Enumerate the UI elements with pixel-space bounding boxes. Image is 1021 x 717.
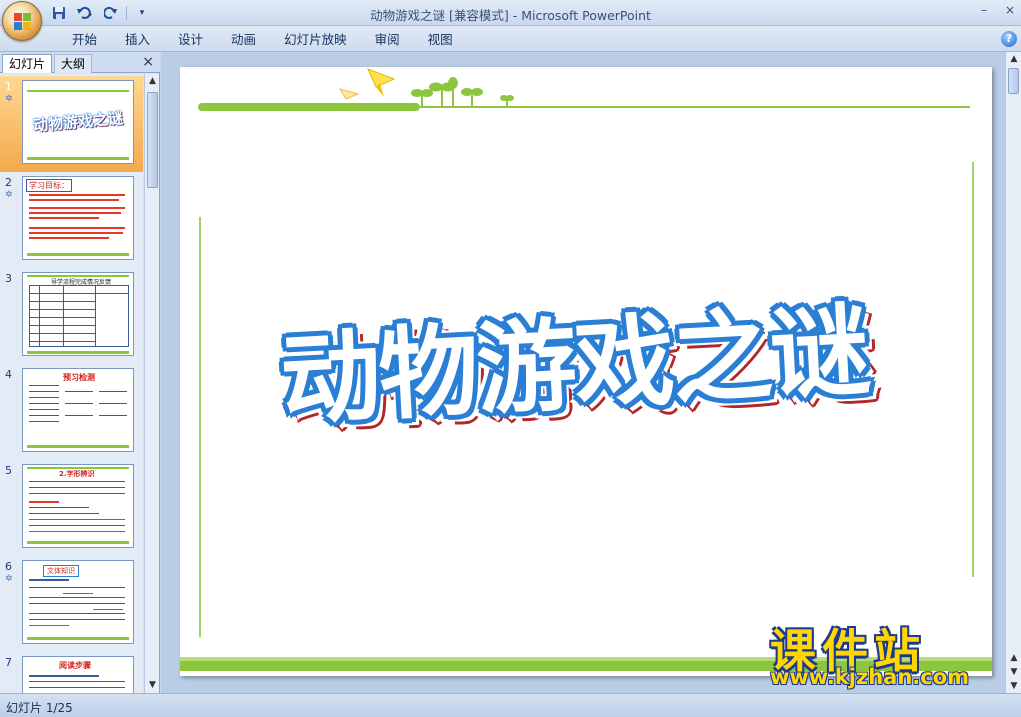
animation-star-icon: ✲ <box>5 190 13 200</box>
title-bar: 动物游戏之谜 [兼容模式] - Microsoft PowerPoint ▾ –… <box>0 0 1021 26</box>
mini-title: 阅读步骤 <box>59 661 91 670</box>
scrollbar-thumb[interactable] <box>147 92 158 188</box>
scroll-down-icon[interactable]: ▼ <box>1006 679 1021 693</box>
scroll-down-icon[interactable]: ▼ <box>145 678 160 693</box>
slide-thumbnails: 1 ✲ 动物游戏之谜 2 ✲ 学习目标： 3 导学流程完成情况反馈 4 预习检测… <box>0 74 143 693</box>
mini-title: 预习检测 <box>63 373 95 382</box>
slide-preview: 2.字形辨识 <box>22 464 134 548</box>
undo-icon[interactable] <box>74 4 96 22</box>
slide-number: 3 <box>5 272 12 285</box>
slides-pane-scrollbar[interactable]: ▲ ▼ <box>144 74 159 693</box>
slide-editor: 动物游戏之谜 <box>161 52 1005 693</box>
window-controls: – × <box>981 3 1015 17</box>
office-button[interactable] <box>2 1 42 41</box>
ribbon-tab-bar: 开始 插入 设计 动画 幻灯片放映 审阅 视图 ? <box>0 26 1021 52</box>
tab-insert[interactable]: 插入 <box>111 31 164 49</box>
scrollbar-thumb[interactable] <box>1008 68 1019 94</box>
save-icon[interactable] <box>50 4 68 22</box>
slide-thumbnail-3[interactable]: 3 导学流程完成情况反馈 <box>0 268 143 364</box>
slide-number: 5 <box>5 464 12 477</box>
slide-thumbnail-7[interactable]: 7 阅读步骤 <box>0 652 143 693</box>
minimize-button[interactable]: – <box>981 3 987 17</box>
slide-thumbnail-6[interactable]: 6 ✲ 文体知识 <box>0 556 143 652</box>
mini-title: 动物游戏之谜 <box>32 109 124 135</box>
scroll-up-icon[interactable]: ▲ <box>145 74 160 89</box>
tab-design[interactable]: 设计 <box>164 31 217 49</box>
slide-thumbnail-2[interactable]: 2 ✲ 学习目标： <box>0 172 143 268</box>
previous-slide-icon[interactable]: ▲ <box>1006 651 1021 665</box>
slides-pane: 幻灯片 大纲 × 1 ✲ 动物游戏之谜 2 ✲ 学习目标： 3 导学流程完成情况… <box>0 52 160 693</box>
scroll-up-icon[interactable]: ▲ <box>1006 52 1021 66</box>
toolbar-separator <box>126 6 127 20</box>
slide-number: 7 <box>5 656 12 669</box>
mini-title: 学习目标： <box>26 179 72 192</box>
customize-toolbar-icon[interactable]: ▾ <box>133 4 151 22</box>
editor-scrollbar[interactable]: ▲ ▲ ▼ ▼ <box>1005 52 1021 693</box>
redo-icon[interactable] <box>102 4 120 22</box>
animation-star-icon: ✲ <box>5 574 13 584</box>
slide-preview: 文体知识 <box>22 560 134 644</box>
close-button[interactable]: × <box>1005 3 1015 17</box>
slide-thumbnail-4[interactable]: 4 预习检测 <box>0 364 143 460</box>
slide-preview: 动物游戏之谜 <box>22 80 134 164</box>
tab-outline[interactable]: 大纲 <box>54 54 93 73</box>
slide-indicator: 幻灯片 1/25 <box>6 701 73 715</box>
slide-preview: 预习检测 <box>22 368 134 452</box>
watermark: 课件站 www.kjzhan.com <box>766 615 1006 693</box>
pane-tabs: 幻灯片 大纲 × <box>0 52 160 73</box>
tab-slideshow[interactable]: 幻灯片放映 <box>270 31 361 49</box>
quick-access-toolbar: ▾ <box>50 4 151 22</box>
help-icon[interactable]: ? <box>1001 31 1017 47</box>
tab-review[interactable]: 审阅 <box>361 31 414 49</box>
status-bar: 幻灯片 1/25 <box>0 693 1021 717</box>
mini-title: 2.字形辨识 <box>59 470 95 478</box>
slide-number: 4 <box>5 368 12 381</box>
animation-star-icon: ✲ <box>5 94 13 104</box>
close-pane-icon[interactable]: × <box>142 54 154 70</box>
slide-number: 6 <box>5 560 12 573</box>
office-logo-icon <box>14 13 32 31</box>
tab-home[interactable]: 开始 <box>58 31 111 49</box>
window-title: 动物游戏之谜 [兼容模式] - Microsoft PowerPoint <box>370 8 651 23</box>
slide-number: 1 <box>5 80 12 93</box>
slide-preview: 学习目标： <box>22 176 134 260</box>
tab-slides[interactable]: 幻灯片 <box>2 54 53 73</box>
watermark-url: www.kjzhan.com <box>770 665 970 689</box>
current-slide[interactable]: 动物游戏之谜 <box>180 67 992 676</box>
next-slide-icon[interactable]: ▼ <box>1006 665 1021 679</box>
slide-number: 2 <box>5 176 12 189</box>
mini-title: 文体知识 <box>43 565 79 577</box>
ribbon-tabs: 开始 插入 设计 动画 幻灯片放映 审阅 视图 <box>58 31 467 49</box>
tab-view[interactable]: 视图 <box>414 31 467 49</box>
tab-animations[interactable]: 动画 <box>217 31 270 49</box>
slide-thumbnail-5[interactable]: 5 2.字形辨识 <box>0 460 143 556</box>
slide-thumbnail-1[interactable]: 1 ✲ 动物游戏之谜 <box>0 76 143 172</box>
slide-preview: 导学流程完成情况反馈 <box>22 272 134 356</box>
slide-preview: 阅读步骤 <box>22 656 134 693</box>
